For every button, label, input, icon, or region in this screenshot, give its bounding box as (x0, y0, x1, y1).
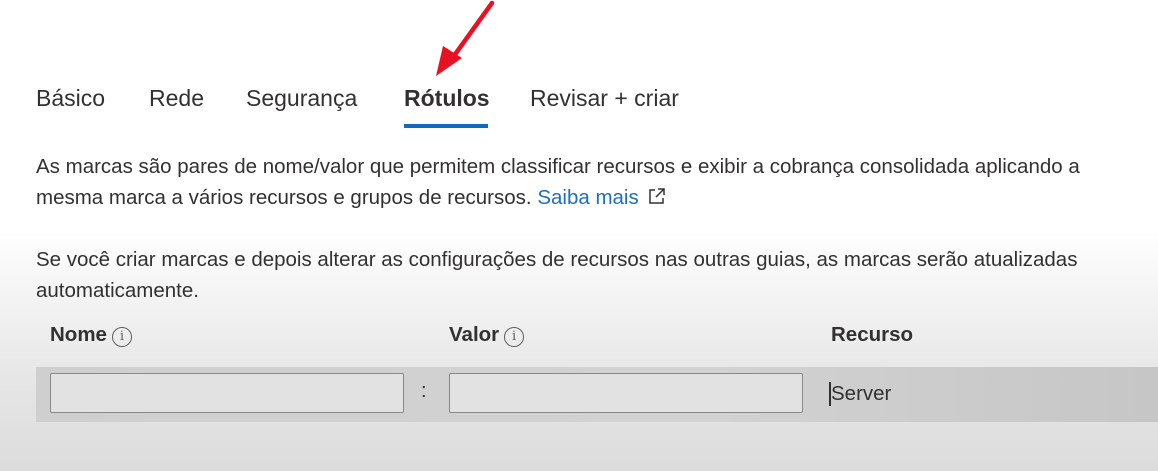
tab-revisar-criar[interactable]: Revisar + criar (530, 83, 679, 113)
header-value: Valor i (449, 320, 525, 350)
tab-rede[interactable]: Rede (149, 83, 204, 113)
note-line-1: Se você criar marcas e depois alterar as… (36, 248, 1078, 271)
description-line-2-text: mesma marca a vários recursos e grupos d… (36, 186, 532, 209)
resource-label: Server (831, 382, 892, 405)
text-cursor (829, 382, 831, 406)
tags-description: As marcas são pares de nome/valor que pe… (36, 151, 1158, 215)
tab-basico[interactable]: Básico (36, 83, 105, 113)
active-tab-indicator (404, 124, 488, 128)
name-value-separator: : (421, 380, 427, 402)
tag-name-input[interactable] (50, 373, 404, 413)
tab-seguranca[interactable]: Segurança (246, 83, 357, 113)
external-link-icon[interactable] (647, 184, 666, 215)
header-name: Nome i (50, 320, 132, 350)
header-value-label: Valor (449, 323, 500, 346)
header-resource: Recurso (831, 320, 913, 350)
info-icon[interactable]: i (111, 327, 132, 347)
tag-value-input[interactable] (449, 373, 803, 413)
table-row: : Server (36, 367, 1158, 422)
description-line-2: mesma marca a vários recursos e grupos d… (36, 182, 1158, 215)
info-icon[interactable]: i (504, 327, 525, 347)
tags-update-note: Se você criar marcas e depois alterar as… (36, 244, 1158, 306)
tab-rotulos[interactable]: Rótulos (404, 83, 490, 113)
learn-more-link[interactable]: Saiba mais (537, 186, 638, 209)
description-line-1: As marcas são pares de nome/valor que pe… (36, 155, 1080, 178)
header-name-label: Nome (50, 323, 107, 346)
annotation-arrow (436, 0, 495, 76)
resource-cell[interactable]: Server (829, 379, 892, 409)
header-resource-label: Recurso (831, 323, 914, 346)
note-line-2: automaticamente. (36, 279, 199, 302)
